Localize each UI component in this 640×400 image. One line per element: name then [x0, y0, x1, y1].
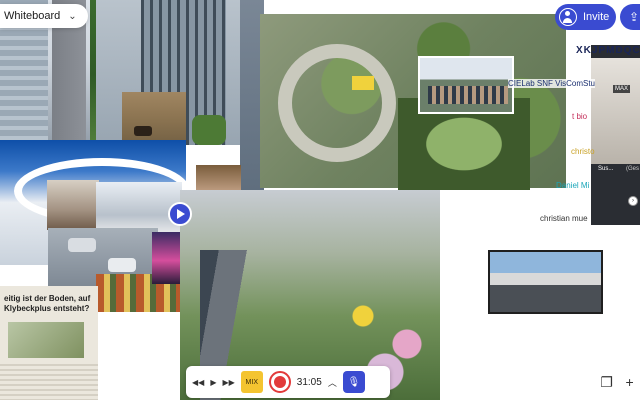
room-code: XKJPMDQC [576, 45, 640, 56]
newspaper-clipping[interactable]: eitig ist der Boden, auf Klybeckplus ent… [0, 286, 98, 400]
chevron-up-icon[interactable]: ︿ [328, 376, 337, 389]
plus-icon[interactable]: + [626, 374, 634, 390]
share-icon: ⇪ [628, 10, 640, 24]
campus-photo[interactable] [488, 250, 603, 314]
rewind-icon[interactable]: ◀◀ [192, 378, 204, 387]
invite-label: Invite [583, 11, 610, 23]
participant-label: MAX [613, 85, 631, 93]
microphone-muted-icon: 🎙 [347, 376, 361, 388]
play-button[interactable] [168, 202, 192, 226]
participant-label: christian mue [540, 214, 588, 223]
layers-icon[interactable]: ❐ [600, 374, 613, 391]
play-icon [177, 209, 185, 219]
crowd-photo[interactable] [47, 180, 99, 230]
invite-button[interactable]: Invite [555, 4, 616, 30]
bottom-right-controls: ❐ + [594, 366, 640, 398]
board-title-dropdown[interactable]: Whiteboard ⌄ [0, 4, 88, 28]
media-toolbar: ◀◀ ▶ ▶▶ MIX 31:05 ︿ 🎙 [186, 366, 390, 398]
board-title: Whiteboard [4, 10, 61, 22]
share-button[interactable]: ⇪ [620, 4, 640, 30]
participant-label: (Ges [626, 166, 640, 172]
whiteboard-canvas[interactable]: eitig ist der Boden, auf Klybeckplus ent… [0, 0, 640, 400]
participant-label: christo [571, 147, 595, 156]
participant-label: t bio [572, 112, 588, 121]
chevron-down-icon: ⌄ [68, 10, 77, 22]
newspaper-headline: eitig ist der Boden, auf Klybeckplus ent… [4, 294, 91, 313]
video-tile-room[interactable] [591, 58, 640, 164]
mix-button[interactable]: MIX [240, 371, 263, 393]
recording-timer: 31:05 [296, 376, 322, 388]
user-icon [559, 8, 577, 26]
event-photo[interactable] [418, 56, 514, 114]
play-forward-icon[interactable]: ▶ [210, 378, 216, 387]
record-button[interactable] [268, 371, 291, 393]
record-icon [273, 376, 286, 388]
fast-forward-icon[interactable]: ▶▶ [222, 378, 234, 387]
expand-arrow-icon[interactable]: › [628, 196, 638, 206]
microphone-button[interactable]: 🎙 [342, 371, 365, 393]
participant-label: Daniel Mi [556, 181, 590, 190]
participant-label: Sus... [598, 166, 614, 172]
participant-label: CIELab SNF VisComStu [508, 79, 595, 88]
